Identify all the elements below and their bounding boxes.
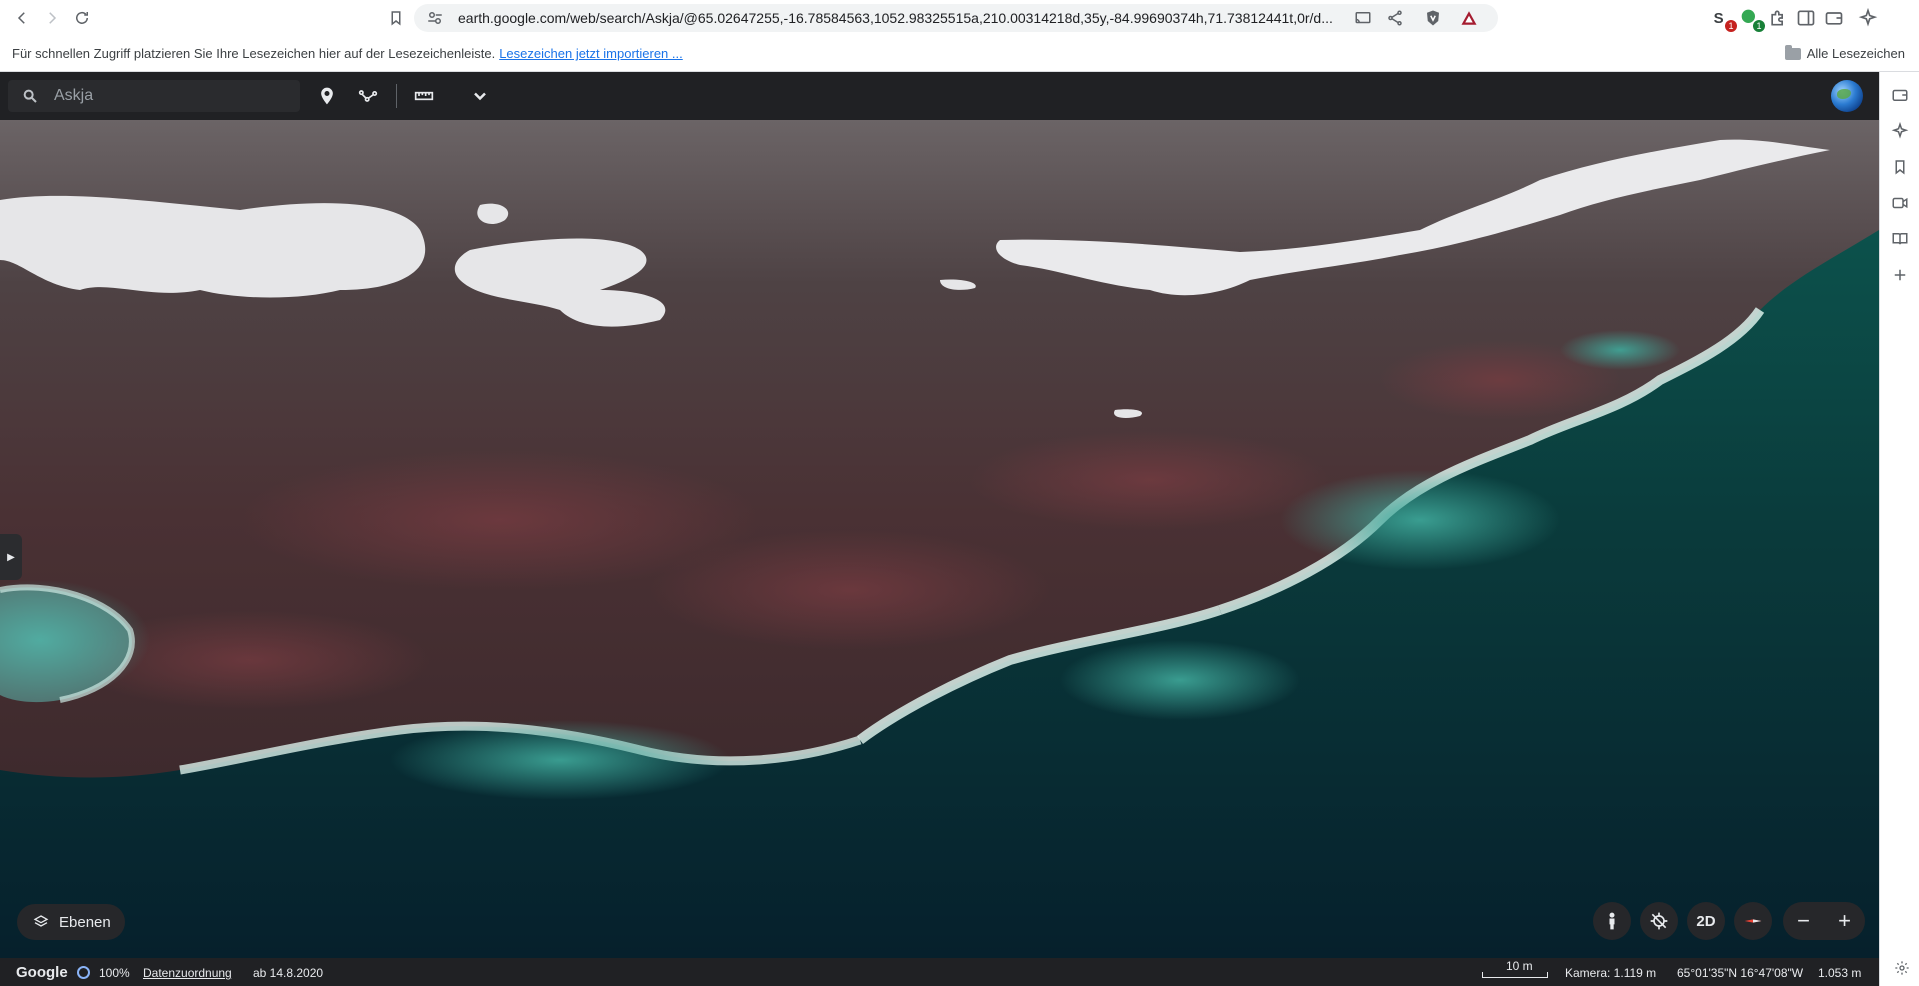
bookmarks-icon[interactable]: [1891, 158, 1909, 176]
all-bookmarks-label: Alle Lesezeichen: [1806, 46, 1905, 61]
brave-shield-icon[interactable]: [1424, 9, 1442, 27]
location-off-icon: [1650, 912, 1668, 930]
video-icon[interactable]: [1891, 194, 1909, 212]
browser-sidebar: [1879, 72, 1919, 986]
view-2d-button[interactable]: 2D: [1687, 902, 1725, 940]
bookmark-icon[interactable]: [384, 6, 408, 30]
reload-icon[interactable]: [70, 6, 94, 30]
browser-toolbar: earth.google.com/web/search/Askja/@65.02…: [0, 0, 1919, 36]
bookmarks-hint: Für schnellen Zugriff platzieren Sie Ihr…: [12, 46, 683, 61]
chevron-down-icon[interactable]: [468, 84, 492, 108]
data-attribution-link[interactable]: Datenzuordnung: [143, 966, 232, 980]
placemark-icon[interactable]: [315, 84, 339, 108]
svg-text:S: S: [1714, 10, 1724, 27]
leo-ai-icon[interactable]: [1891, 122, 1909, 140]
sidebar-toggle-icon[interactable]: [1796, 8, 1816, 28]
terrain-imagery[interactable]: [0, 120, 1879, 958]
layers-label: Ebenen: [59, 913, 111, 931]
bookmarks-bar: Für schnellen Zugriff platzieren Sie Ihr…: [0, 36, 1919, 72]
compass-button[interactable]: [1734, 902, 1772, 940]
google-earth-app: ▶ Ebenen 2D − + Google 100% Datenzuordnu…: [0, 72, 1879, 986]
pegman-button[interactable]: [1593, 902, 1631, 940]
address-bar[interactable]: earth.google.com/web/search/Askja/@65.02…: [414, 4, 1498, 32]
recenter-button[interactable]: [1640, 902, 1678, 940]
share-icon[interactable]: [1386, 9, 1404, 27]
puzzle-icon[interactable]: [1768, 8, 1788, 28]
search-box[interactable]: [8, 80, 300, 112]
reading-list-icon[interactable]: [1891, 230, 1909, 248]
search-icon[interactable]: [22, 88, 38, 104]
scale-bar: [1482, 972, 1548, 978]
ruler-icon[interactable]: [412, 84, 436, 108]
imagery-date: ab 14.8.2020: [253, 966, 324, 980]
cursor-coordinates: 65°01'35"N 16°47'08"W: [1677, 966, 1804, 980]
layers-button[interactable]: Ebenen: [17, 904, 125, 940]
compass-icon: [1744, 919, 1762, 923]
path-icon[interactable]: [356, 84, 380, 108]
leo-ai-icon[interactable]: [1858, 7, 1878, 28]
toolbar-divider: [396, 84, 397, 108]
layers-icon: [33, 915, 49, 927]
globe-avatar-icon[interactable]: [1831, 80, 1863, 112]
all-bookmarks-button[interactable]: Alle Lesezeichen: [1784, 44, 1905, 61]
earth-toolbar: [0, 72, 1879, 120]
gear-icon[interactable]: [1894, 960, 1910, 976]
site-settings-icon[interactable]: [426, 9, 444, 27]
back-icon[interactable]: [10, 6, 34, 30]
search-input[interactable]: [54, 84, 284, 108]
folder-icon: [1784, 44, 1801, 60]
extension-icon[interactable]: S 1: [1712, 8, 1737, 32]
wallet-icon[interactable]: [1824, 8, 1844, 28]
map-view[interactable]: [0, 120, 1879, 958]
url-text[interactable]: earth.google.com/web/search/Askja/@65.02…: [458, 10, 1358, 26]
extension-badge: 1: [1753, 20, 1765, 32]
scale-label: 10 m: [1506, 959, 1533, 973]
google-logo: Google: [16, 964, 68, 981]
extension-badge: 1: [1725, 20, 1737, 32]
brave-rewards-icon[interactable]: [1460, 9, 1478, 27]
extension-icon[interactable]: 1: [1740, 8, 1765, 32]
wallet-icon[interactable]: [1891, 86, 1909, 104]
import-bookmarks-link[interactable]: Lesezeichen jetzt importieren ...: [499, 46, 683, 61]
camera-altitude: Kamera: 1.119 m: [1565, 966, 1657, 980]
zoom-out-button[interactable]: −: [1783, 902, 1824, 940]
cast-icon[interactable]: [1354, 9, 1372, 27]
add-icon[interactable]: [1891, 266, 1909, 284]
zoom-controls: − +: [1783, 902, 1865, 940]
loading-indicator-icon: [77, 966, 90, 979]
ground-elevation: 1.053 m: [1818, 966, 1862, 980]
expand-panel-button[interactable]: ▶: [0, 534, 22, 580]
zoom-in-button[interactable]: +: [1824, 902, 1865, 940]
forward-icon[interactable]: [40, 6, 64, 30]
status-bar: Google 100% Datenzuordnung ab 14.8.2020 …: [0, 958, 1879, 986]
bookmarks-hint-text: Für schnellen Zugriff platzieren Sie Ihr…: [12, 46, 496, 61]
load-percent: 100%: [99, 966, 130, 980]
pegman-icon: [1609, 912, 1615, 930]
